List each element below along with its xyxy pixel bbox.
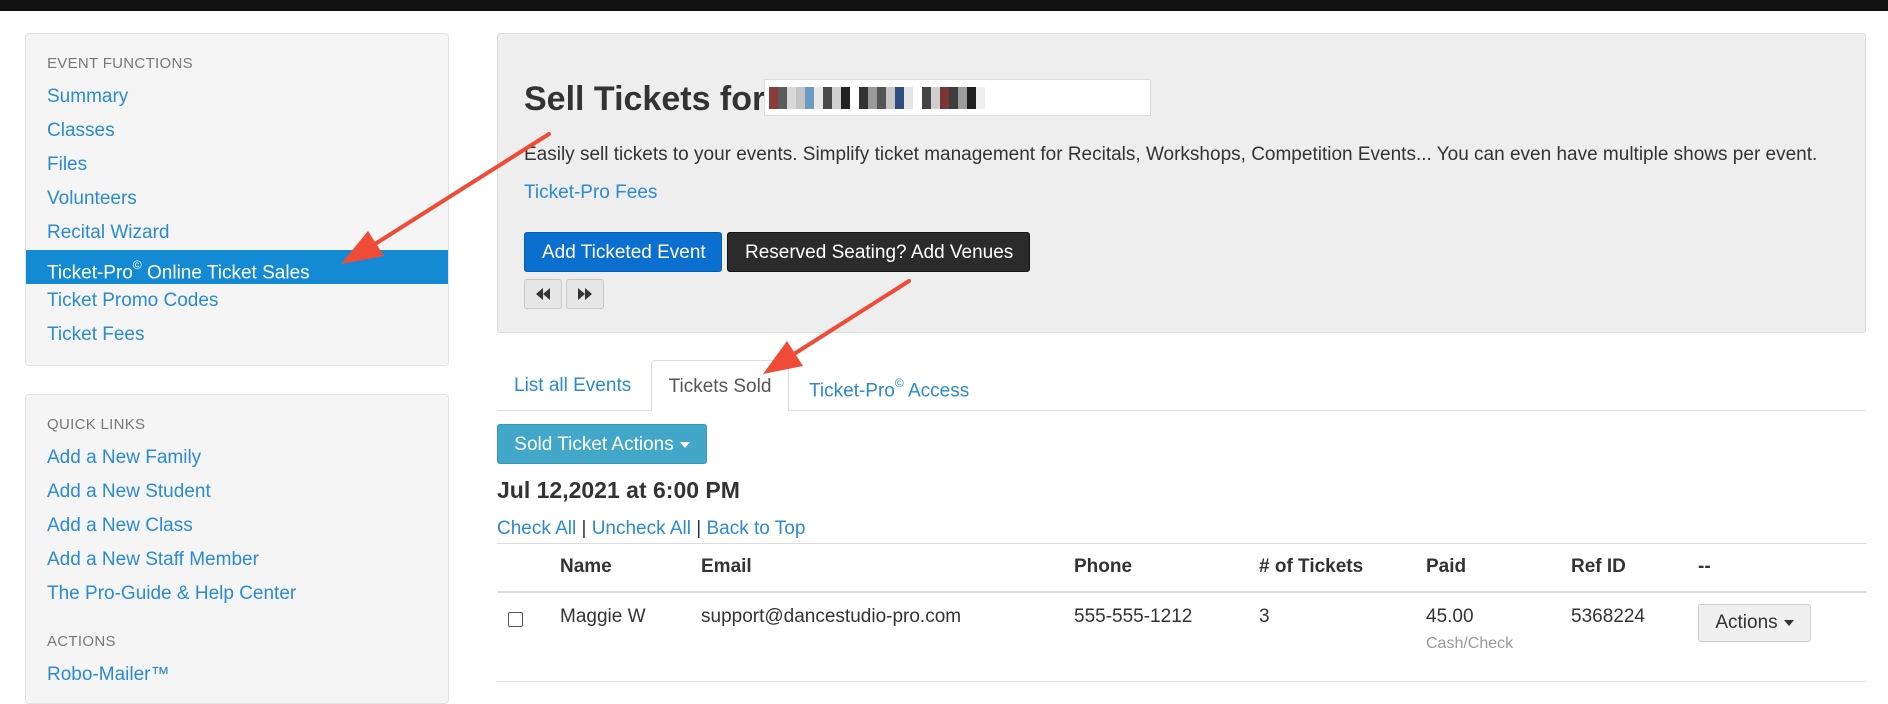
- cell-phone: 555-555-1212: [1074, 606, 1193, 627]
- previous-button[interactable]: [524, 279, 562, 309]
- table-header-border: [497, 591, 1866, 593]
- tab-access-suffix: Access: [903, 380, 970, 402]
- row-actions-dropdown[interactable]: Actions: [1698, 604, 1811, 642]
- sidebar-item-add-class[interactable]: Add a New Class: [26, 509, 448, 543]
- next-button[interactable]: [566, 279, 604, 309]
- column-header-tickets: # of Tickets: [1259, 556, 1364, 577]
- sidebar-item-ticket-fees[interactable]: Ticket Fees: [26, 318, 448, 352]
- fast-backward-icon: [536, 288, 550, 300]
- add-venues-button[interactable]: Reserved Seating? Add Venues: [727, 232, 1030, 272]
- actions-heading: ACTIONS: [47, 633, 116, 650]
- cell-ref-id: 5368224: [1571, 606, 1645, 627]
- quick-links-panel: QUICK LINKS Add a New Family Add a New S…: [25, 394, 449, 704]
- column-header-ref-id: Ref ID: [1571, 556, 1626, 577]
- uncheck-all-link[interactable]: Uncheck All: [592, 518, 691, 539]
- sold-ticket-actions-label: Sold Ticket Actions: [514, 434, 674, 455]
- copyright-mark: ©: [132, 258, 142, 272]
- cell-paid: 45.00: [1426, 606, 1474, 627]
- copyright-mark: ©: [894, 376, 904, 390]
- top-bar: [0, 0, 1888, 11]
- check-all-link[interactable]: Check All: [497, 518, 576, 539]
- sidebar-item-robo-mailer[interactable]: Robo-Mailer™: [26, 658, 448, 692]
- sidebar-item-add-staff[interactable]: Add a New Staff Member: [26, 543, 448, 577]
- tab-tickets-sold[interactable]: Tickets Sold: [651, 360, 789, 411]
- event-date-heading: Jul 12,2021 at 6:00 PM: [497, 477, 740, 503]
- sidebar-item-files[interactable]: Files: [26, 148, 448, 182]
- sold-ticket-actions-dropdown[interactable]: Sold Ticket Actions: [497, 424, 707, 464]
- sidebar-item-add-student[interactable]: Add a New Student: [26, 475, 448, 509]
- caret-down-icon: [1783, 619, 1794, 626]
- online-ticket-sales-label: Online Ticket Sales: [141, 262, 310, 284]
- tab-access-label: Ticket-Pro: [809, 380, 895, 402]
- quick-links-heading: QUICK LINKS: [47, 416, 146, 433]
- fast-forward-icon: [578, 288, 592, 300]
- column-header-actions: --: [1698, 556, 1711, 577]
- page-description: Easily sell tickets to your events. Simp…: [524, 144, 1818, 165]
- event-functions-panel: EVENT FUNCTIONS Summary Classes Files Vo…: [25, 33, 449, 366]
- sidebar-item-volunteers[interactable]: Volunteers: [26, 182, 448, 216]
- event-name-redacted: [764, 79, 1151, 116]
- column-header-email: Email: [701, 556, 752, 577]
- tab-list-all-events[interactable]: List all Events: [514, 360, 631, 411]
- cell-payment-method: Cash/Check: [1426, 635, 1514, 652]
- tab-ticket-pro-access[interactable]: Ticket-Pro© Access: [809, 360, 969, 411]
- separator: |: [576, 518, 592, 539]
- row-actions-label: Actions: [1715, 612, 1778, 633]
- ticket-pro-fees-link[interactable]: Ticket-Pro Fees: [524, 182, 657, 204]
- sell-tickets-header: Sell Tickets for Easily sell tickets to …: [497, 33, 1866, 333]
- event-functions-heading: EVENT FUNCTIONS: [47, 55, 193, 72]
- column-header-phone: Phone: [1074, 556, 1133, 577]
- table-row-border: [497, 681, 1866, 682]
- column-header-name: Name: [560, 556, 612, 577]
- add-ticketed-event-button[interactable]: Add Ticketed Event: [524, 232, 722, 272]
- ticket-pro-label: Ticket-Pro: [47, 262, 133, 284]
- sidebar-item-summary[interactable]: Summary: [26, 80, 448, 114]
- back-to-top-link[interactable]: Back to Top: [706, 518, 805, 539]
- check-links-row: Check All | Uncheck All | Back to Top: [497, 518, 805, 540]
- column-header-paid: Paid: [1426, 556, 1467, 577]
- sidebar-item-help-center[interactable]: The Pro-Guide & Help Center: [26, 577, 448, 611]
- sidebar-item-add-family[interactable]: Add a New Family: [26, 441, 448, 475]
- row-checkbox[interactable]: [508, 612, 523, 627]
- sidebar-item-recital-wizard[interactable]: Recital Wizard: [26, 216, 448, 250]
- page-title: Sell Tickets for: [524, 80, 766, 118]
- cell-name: Maggie W: [560, 606, 646, 627]
- sidebar-item-online-ticket-sales[interactable]: Ticket-Pro© Online Ticket Sales: [26, 250, 448, 284]
- cell-email: support@dancestudio-pro.com: [701, 606, 962, 627]
- sidebar-item-ticket-promo-codes[interactable]: Ticket Promo Codes: [26, 284, 448, 318]
- sidebar-item-classes[interactable]: Classes: [26, 114, 448, 148]
- separator: |: [690, 518, 707, 539]
- cell-tickets: 3: [1259, 606, 1270, 627]
- caret-down-icon: [679, 441, 690, 448]
- table-top-border: [497, 543, 1866, 544]
